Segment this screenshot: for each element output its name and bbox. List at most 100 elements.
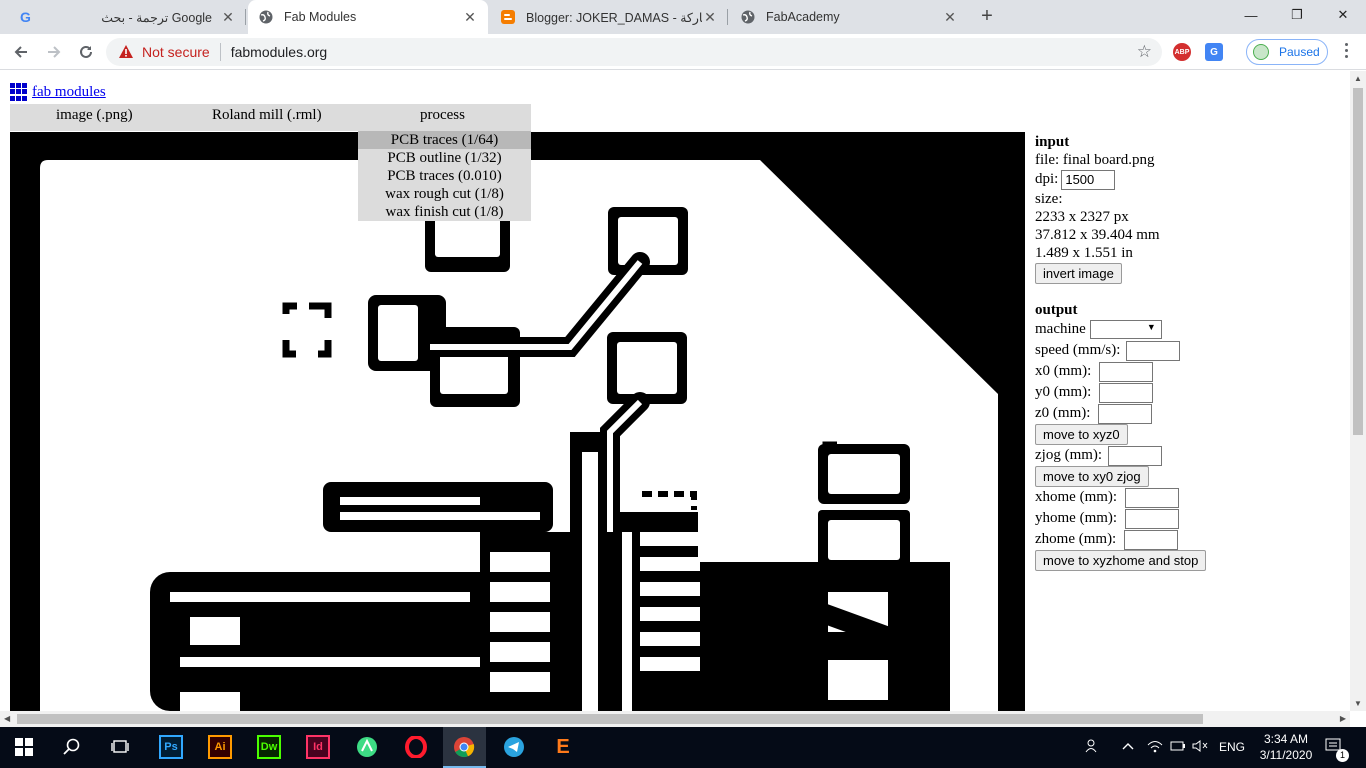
size-px: 2233 x 2327 px bbox=[1035, 209, 1129, 225]
new-tab-button[interactable]: + bbox=[976, 5, 998, 28]
warning-icon bbox=[118, 44, 134, 60]
tab-fabacademy[interactable]: FabAcademy ✕ bbox=[730, 0, 968, 34]
output-heading: output bbox=[1035, 302, 1078, 318]
restore-button[interactable]: ❐ bbox=[1274, 0, 1320, 30]
x0-label: x0 (mm): bbox=[1035, 363, 1092, 379]
process-option[interactable]: wax rough cut (1/8) bbox=[358, 185, 531, 203]
scroll-up-icon[interactable]: ▲ bbox=[1354, 74, 1362, 83]
fab-modules-link[interactable]: fab modules bbox=[32, 84, 106, 101]
speed-input[interactable] bbox=[1126, 340, 1181, 361]
tab-title: FabAcademy bbox=[766, 10, 840, 24]
illustrator-icon[interactable]: Ai bbox=[208, 735, 232, 759]
dropdown-arrow-icon: ▼ bbox=[1146, 322, 1156, 332]
globe-icon bbox=[740, 9, 756, 25]
close-tab-icon[interactable]: ✕ bbox=[942, 9, 958, 26]
clock[interactable]: 3:34 AM 3/11/2020 bbox=[1255, 731, 1317, 763]
translate-icon[interactable]: G bbox=[1205, 43, 1223, 61]
address-bar[interactable]: Not secure fabmodules.org ☆ bbox=[106, 38, 1162, 66]
vertical-scrollbar[interactable]: ▲ ▼ bbox=[1350, 71, 1366, 711]
module-menu-bar: image (.png) Roland mill (.rml) process bbox=[10, 104, 531, 131]
android-studio-icon[interactable] bbox=[355, 735, 379, 759]
people-icon[interactable] bbox=[1085, 738, 1101, 757]
back-button[interactable] bbox=[10, 41, 32, 63]
machine-select[interactable]: ▼ bbox=[1089, 320, 1162, 339]
z0-input[interactable] bbox=[1098, 403, 1153, 424]
chrome-icon bbox=[454, 737, 475, 758]
xhome-input[interactable] bbox=[1125, 487, 1180, 508]
indesign-icon[interactable]: Id bbox=[306, 735, 330, 759]
scroll-right-icon[interactable]: ▶ bbox=[1340, 714, 1346, 723]
close-window-button[interactable]: ✕ bbox=[1320, 0, 1366, 30]
input-format-menu[interactable]: image (.png) bbox=[56, 107, 133, 124]
size-mm: 37.812 x 39.404 mm bbox=[1035, 227, 1160, 243]
close-tab-icon[interactable]: ✕ bbox=[702, 9, 718, 26]
machine-label: machine bbox=[1035, 321, 1086, 337]
back-arrow-icon bbox=[14, 46, 27, 58]
tab-google-translate[interactable]: G ترجمة - بحث Google ✕ bbox=[8, 0, 246, 34]
bookmark-star-icon[interactable]: ☆ bbox=[1137, 42, 1152, 62]
dpi-input[interactable] bbox=[1061, 169, 1116, 190]
telegram-icon[interactable] bbox=[502, 735, 526, 759]
zjog-label: zjog (mm): bbox=[1035, 447, 1103, 463]
browser-menu-icon[interactable] bbox=[1337, 43, 1355, 58]
page-content: fab modules image (.png) Roland mill (.r… bbox=[0, 71, 1350, 711]
output-format-menu[interactable]: Roland mill (.rml) bbox=[212, 107, 322, 124]
volume-muted-icon[interactable] bbox=[1192, 739, 1208, 756]
horizontal-scroll-thumb[interactable] bbox=[17, 714, 1203, 724]
language-indicator[interactable]: ENG bbox=[1219, 740, 1245, 754]
tab-fab-modules[interactable]: Fab Modules ✕ bbox=[248, 0, 488, 34]
process-dropdown: PCB traces (1/64) PCB outline (1/32) PCB… bbox=[358, 131, 531, 221]
vertical-scroll-thumb[interactable] bbox=[1353, 88, 1363, 435]
close-tab-icon[interactable]: ✕ bbox=[462, 9, 478, 26]
process-option[interactable]: PCB traces (1/64) bbox=[358, 131, 531, 149]
search-icon[interactable] bbox=[60, 735, 84, 759]
chevron-up-icon[interactable] bbox=[1122, 740, 1134, 754]
windows-start-icon[interactable] bbox=[12, 735, 36, 759]
wifi-icon[interactable] bbox=[1147, 739, 1163, 756]
zhome-input[interactable] bbox=[1124, 529, 1179, 550]
scroll-down-icon[interactable]: ▼ bbox=[1354, 699, 1362, 708]
minimize-button[interactable]: — bbox=[1228, 0, 1274, 30]
scroll-left-icon[interactable]: ◀ bbox=[4, 714, 10, 723]
process-menu[interactable]: process bbox=[420, 107, 465, 124]
file-name: file: final board.png bbox=[1035, 152, 1155, 168]
zhome-label: zhome (mm): bbox=[1035, 531, 1117, 547]
reload-button[interactable] bbox=[75, 41, 97, 63]
y0-label: y0 (mm): bbox=[1035, 384, 1092, 400]
globe-icon bbox=[258, 9, 274, 25]
move-to-xy0-zjog-button[interactable]: move to xy0 zjog bbox=[1035, 466, 1149, 487]
process-option[interactable]: wax finish cut (1/8) bbox=[358, 203, 531, 221]
process-option[interactable]: PCB traces (0.010) bbox=[358, 167, 531, 185]
zjog-input[interactable] bbox=[1108, 445, 1163, 466]
move-to-xyzhome-button[interactable]: move to xyzhome and stop bbox=[1035, 550, 1207, 571]
x0-input[interactable] bbox=[1099, 361, 1154, 382]
close-tab-icon[interactable]: ✕ bbox=[220, 9, 236, 26]
tab-blogger[interactable]: Blogger: JOKER_DAMAS - مشاركة ✕ bbox=[490, 0, 728, 34]
process-option[interactable]: PCB outline (1/32) bbox=[358, 149, 531, 167]
y0-input[interactable] bbox=[1099, 382, 1154, 403]
battery-icon[interactable] bbox=[1170, 740, 1186, 755]
e-app-icon[interactable]: E bbox=[551, 735, 575, 759]
tab-title: Blogger: JOKER_DAMAS - مشاركة bbox=[526, 10, 702, 25]
reload-icon bbox=[80, 45, 92, 58]
security-label[interactable]: Not secure bbox=[142, 44, 210, 60]
dreamweaver-icon[interactable]: Dw bbox=[257, 735, 281, 759]
chrome-taskbar-item[interactable] bbox=[443, 727, 486, 768]
horizontal-scrollbar[interactable]: ◀ ▶ bbox=[0, 711, 1350, 727]
windows-taskbar: Ps Ai Dw Id E ENG 3:34 AM 3/11/2020 1 bbox=[0, 727, 1366, 768]
speed-label: speed (mm/s): bbox=[1035, 342, 1121, 358]
move-to-xyz0-button[interactable]: move to xyz0 bbox=[1035, 424, 1128, 445]
clock-date: 3/11/2020 bbox=[1259, 748, 1313, 762]
opera-icon[interactable] bbox=[404, 735, 428, 759]
blogger-icon bbox=[500, 9, 516, 25]
z0-label: z0 (mm): bbox=[1035, 405, 1091, 421]
invert-image-button[interactable]: invert image bbox=[1035, 263, 1122, 284]
input-heading: input bbox=[1035, 134, 1070, 150]
forward-button[interactable] bbox=[43, 41, 65, 63]
yhome-input[interactable] bbox=[1125, 508, 1180, 529]
photoshop-icon[interactable]: Ps bbox=[159, 735, 183, 759]
url-text[interactable]: fabmodules.org bbox=[231, 44, 328, 60]
adblock-icon[interactable]: ABP bbox=[1173, 43, 1191, 61]
task-view-icon[interactable] bbox=[108, 735, 132, 759]
profile-button[interactable]: Paused bbox=[1246, 39, 1328, 65]
